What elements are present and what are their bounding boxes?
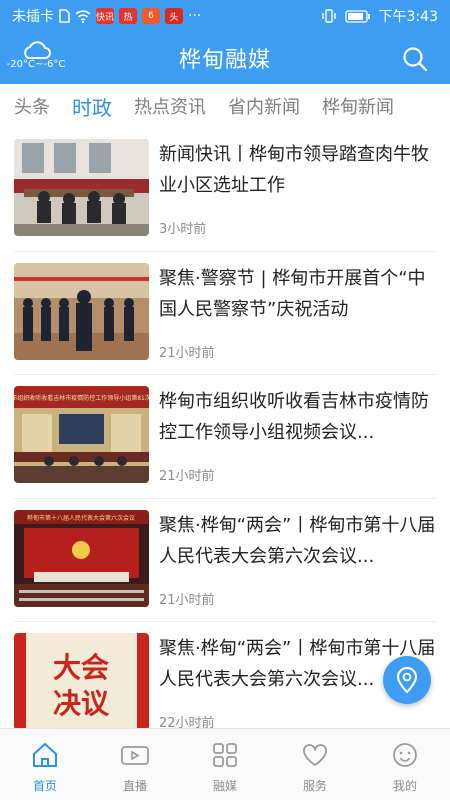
heart-icon: [303, 744, 327, 766]
nav-label: 首页: [32, 779, 57, 793]
banner-text: 桦甸市第十八届人民代表大会第六次会议: [27, 514, 135, 522]
news-time: 22小时前: [159, 716, 215, 728]
banner-text: 桦甸市组织收听收看吉林市疫情防控工作领导小组第81次会议: [14, 394, 149, 402]
news-time: 3小时前: [159, 222, 207, 237]
category-tabs: 头条 时政 热点资讯 省内新闻 桦甸新闻: [0, 84, 450, 128]
news-thumbnail: [14, 262, 149, 360]
tab-provincial-news[interactable]: 省内新闻: [228, 93, 300, 119]
nav-profile[interactable]: 我的: [360, 729, 450, 800]
status-bar: 未插卡 快讯 热 6 头 ··· 下午3:43: [0, 0, 450, 32]
grid-icon: [213, 743, 237, 767]
bottom-navigation: 首页 直播 融媒 服务 我的: [0, 728, 450, 800]
poster-text: 决议: [53, 687, 110, 720]
smiley-icon: [393, 743, 417, 767]
news-thumbnail: 大会 决议: [14, 633, 149, 728]
location-button[interactable]: [383, 656, 431, 704]
nav-media[interactable]: 融媒: [180, 729, 270, 800]
home-icon: [33, 743, 57, 767]
sim-icon: [59, 9, 70, 23]
app-header: -20°C~-6°C 桦甸融媒: [0, 32, 450, 84]
poster-text: 大会: [53, 651, 109, 684]
location-pin-icon: [396, 666, 418, 694]
news-headline: 桦甸市组织收听收看吉林市疫情防控工作领导小组视频会议...: [159, 391, 429, 443]
nav-label: 我的: [392, 779, 417, 793]
nav-label: 直播: [122, 779, 147, 793]
tab-politics[interactable]: 时政: [72, 92, 112, 121]
news-headline: 聚焦·桦甸“两会”丨桦甸市第十八届人民代表大会第六次会议...: [159, 514, 436, 567]
news-headline: 新闻快讯丨桦甸市领导踏查肉牛牧业小区选址工作: [159, 144, 429, 196]
carrier-text: 未插卡: [12, 9, 54, 25]
search-icon: [403, 47, 428, 72]
news-headline: 聚焦·警察节 | 桦甸市开展首个“中国人民警察节”庆祝活动: [159, 267, 426, 320]
nav-label: 融媒: [212, 779, 237, 793]
battery-icon: [344, 9, 371, 23]
wifi-icon: [75, 9, 91, 23]
nav-services[interactable]: 服务: [270, 729, 360, 800]
nav-home[interactable]: 首页: [0, 729, 90, 800]
tab-huadian-news[interactable]: 桦甸新闻: [322, 93, 394, 119]
clock-text: 下午3:43: [378, 9, 438, 25]
nav-live[interactable]: 直播: [90, 729, 180, 800]
news-time: 21小时前: [159, 345, 215, 361]
tab-hot-news[interactable]: 热点资讯: [134, 93, 206, 119]
more-notifications-icon: ···: [188, 8, 202, 24]
app-notification-icon: 6: [142, 8, 160, 24]
news-thumbnail: 桦甸市第十八届人民代表大会第六次会议: [14, 509, 149, 607]
vibrate-icon: [321, 9, 337, 23]
app-notification-icon: 快讯: [96, 8, 114, 24]
news-item[interactable]: 聚焦·警察节 | 桦甸市开展首个“中国人民警察节”庆祝活动 21小时前: [14, 252, 436, 375]
news-thumbnail: 桦甸市组织收听收看吉林市疫情防控工作领导小组第81次会议: [14, 386, 149, 483]
tab-headlines[interactable]: 头条: [14, 93, 50, 119]
news-feed: 新闻快讯丨桦甸市领导踏查肉牛牧业小区选址工作 3小时前 聚焦·警察节 | 桦甸市…: [0, 128, 450, 728]
news-item[interactable]: 桦甸市第十八届人民代表大会第六次会议 聚焦·桦甸“两会”丨桦甸市第十八届人民代表…: [14, 499, 436, 622]
app-notification-icon: 热: [119, 8, 137, 24]
news-time: 21小时前: [159, 469, 215, 484]
nav-label: 服务: [302, 779, 327, 793]
news-time: 21小时前: [159, 592, 215, 608]
news-item[interactable]: 大会 决议 聚焦·桦甸“两会”丨桦甸市第十八届人民代表大会第六次会议... 22…: [14, 622, 436, 728]
news-item[interactable]: 新闻快讯丨桦甸市领导踏查肉牛牧业小区选址工作 3小时前: [14, 128, 436, 252]
video-camera-icon: [121, 746, 149, 765]
app-notification-icon: 头: [165, 8, 183, 24]
news-thumbnail: [14, 139, 149, 236]
news-item[interactable]: 桦甸市组织收听收看吉林市疫情防控工作领导小组第81次会议 桦甸市组织收听收看吉林…: [14, 375, 436, 499]
app-title: 桦甸融媒: [178, 48, 271, 73]
search-button[interactable]: [402, 46, 428, 72]
